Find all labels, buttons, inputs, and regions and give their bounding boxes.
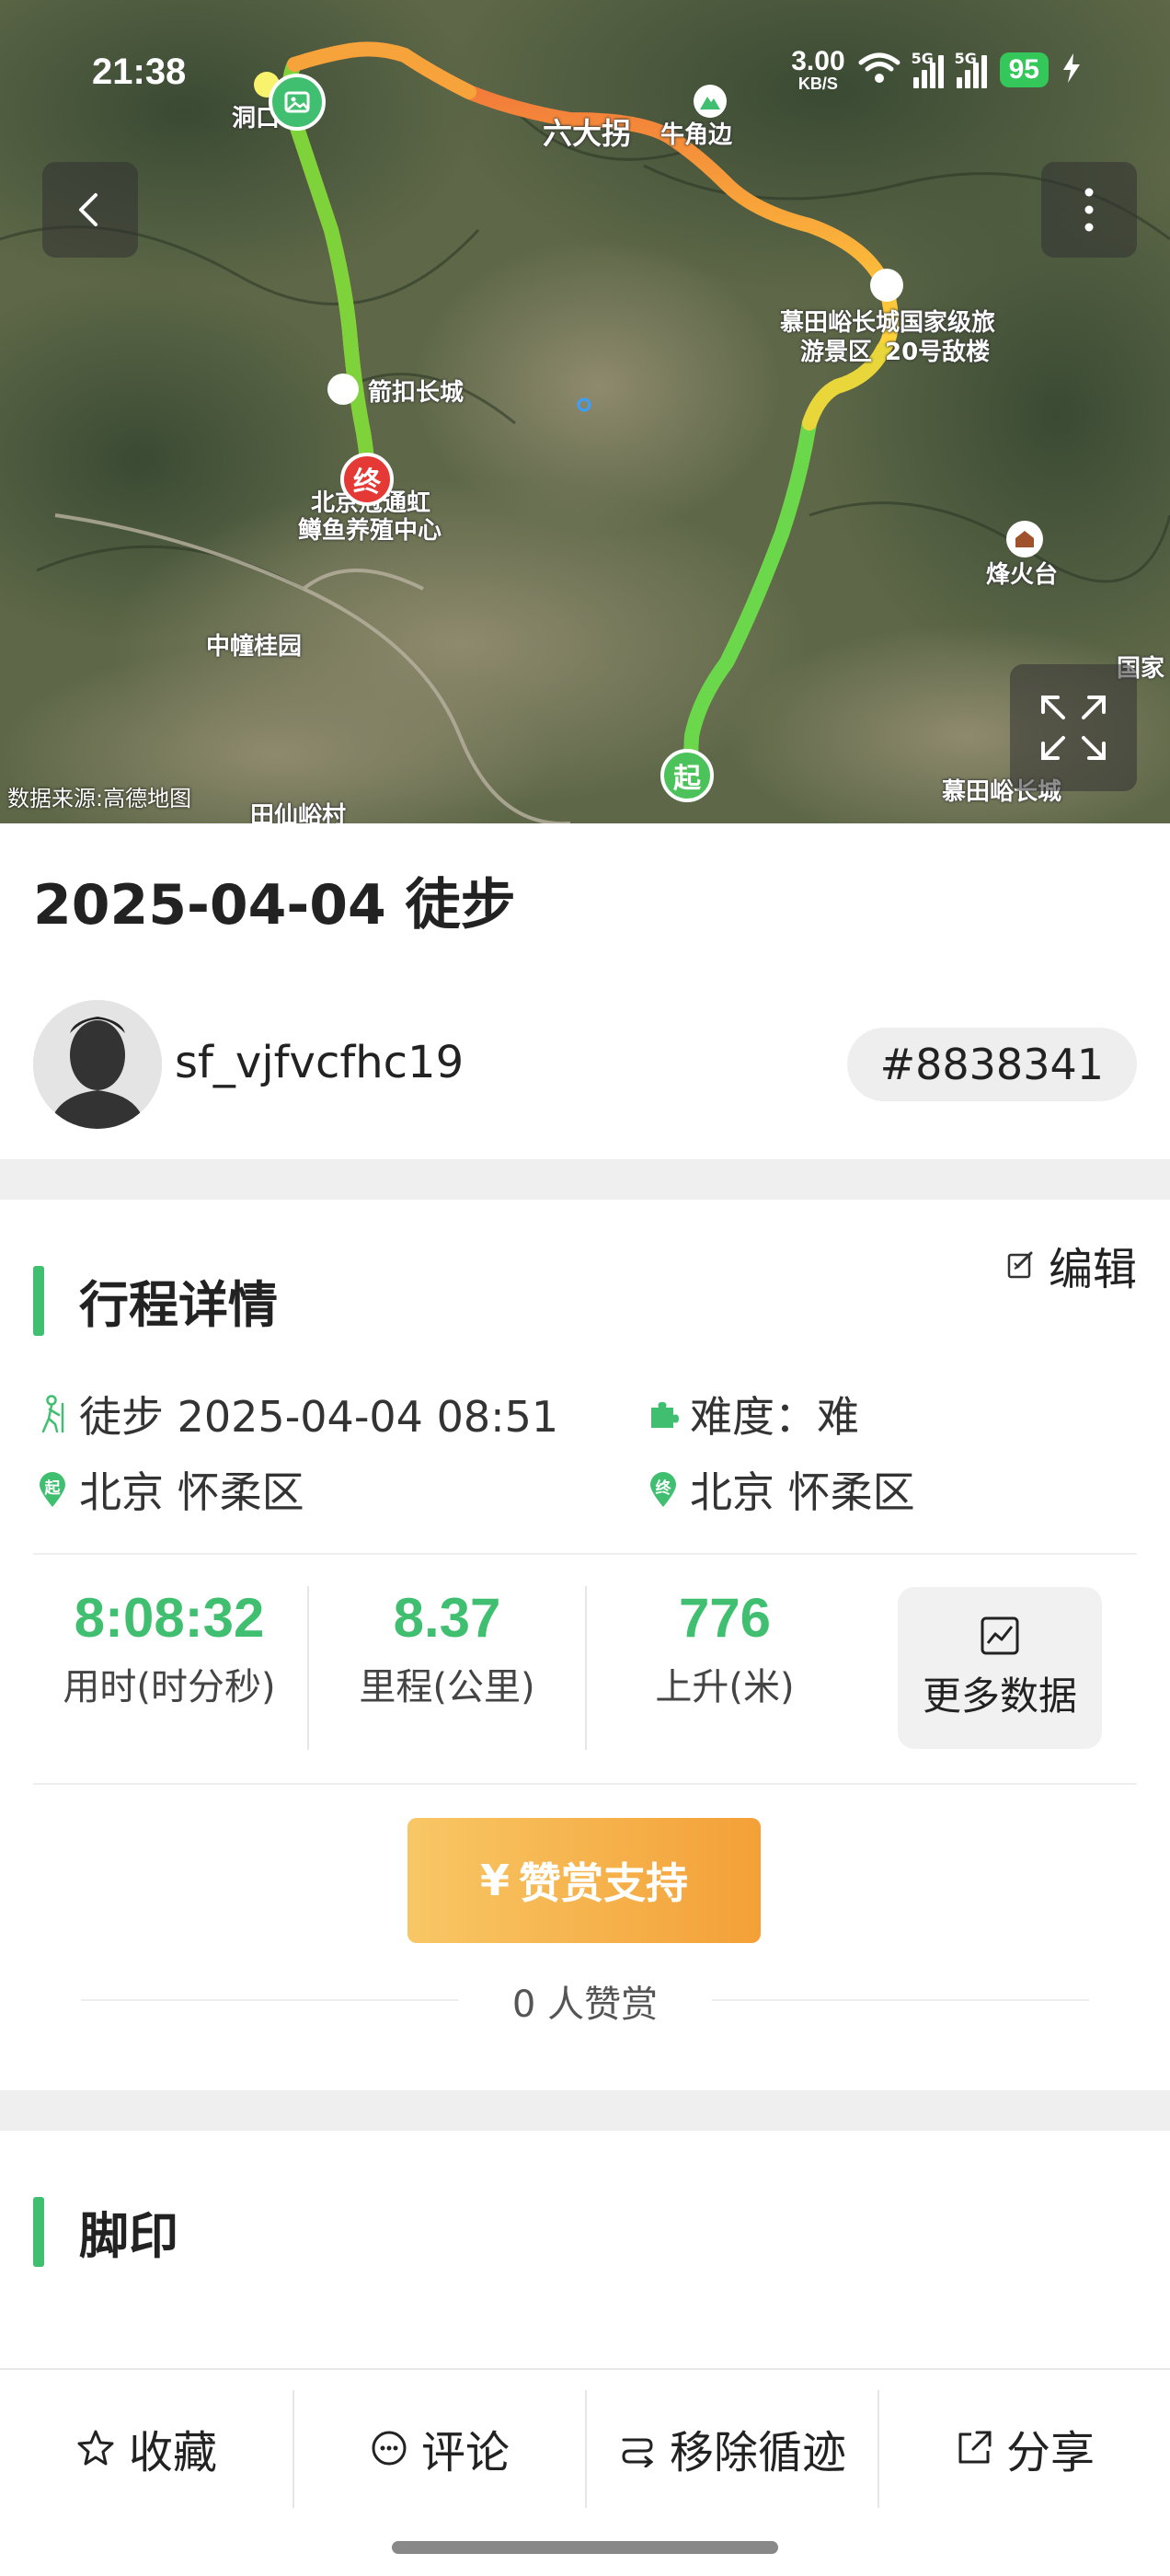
end-location-info: 终 北京 怀柔区 <box>648 1459 915 1520</box>
start-location-info: 起 北京 怀柔区 <box>37 1459 304 1520</box>
tower-poi-icon <box>870 269 903 302</box>
chevron-left-icon <box>79 193 98 226</box>
map-label-mutianyu-2: 游景区 <box>800 339 873 366</box>
signal-2-tag: 5G <box>954 50 977 67</box>
map-label-tower: 20号敌楼 <box>885 339 991 366</box>
trip-id-badge: #8838341 <box>846 1028 1137 1101</box>
network-speed-unit: KB/S <box>797 75 838 93</box>
yuan-icon: ¥ <box>479 1856 510 1905</box>
jiankou-poi-icon <box>327 374 359 405</box>
username[interactable]: sf_vjfvcfhc19 <box>175 1037 464 1088</box>
divider <box>33 1783 1137 1785</box>
bottom-action-bar: 收藏 评论 移除循迹 分享 <box>0 2368 1170 2576</box>
stat-ascent-label: 上升(米) <box>655 1666 795 1708</box>
stat-duration-label: 用时(时分秒) <box>63 1666 276 1708</box>
map-label-niujiao: 牛角边 <box>660 121 733 149</box>
edit-icon <box>1007 1251 1033 1279</box>
stat-ascent-value: 776 <box>678 1587 772 1649</box>
edit-label: 编辑 <box>1048 1244 1137 1295</box>
route-icon <box>622 2438 654 2467</box>
footprint-card: 脚印 <box>0 2131 1170 2368</box>
reward-button-label: 赞赏支持 <box>519 1858 688 1908</box>
charging-icon <box>1061 52 1082 87</box>
route-map[interactable]: 洞口 六大拐 牛角边 慕田峪长城国家级旅 游景区 20号敌楼 箭扣长城 北京冠通… <box>0 0 1170 823</box>
divider <box>33 1553 1137 1555</box>
end-location-pin-icon: 终 <box>648 1471 679 1508</box>
status-icons: 3.00 KB/S 5G 5G 95 <box>791 48 1082 92</box>
cell-signal-1-icon: 5G <box>911 50 944 88</box>
hiking-icon <box>41 1395 64 1433</box>
stat-distance-value: 8.37 <box>393 1587 501 1649</box>
fullscreen-button[interactable] <box>1010 664 1137 791</box>
status-bar: 21:38 3.00 KB/S 5G 5G 95 <box>0 37 1170 110</box>
home-indicator[interactable] <box>392 2541 778 2554</box>
trip-section-header: 行程详情 <box>33 1264 278 1337</box>
share-button[interactable]: 分享 <box>879 2388 1170 2508</box>
reward-count: 0 人赞赏 <box>511 1984 659 2026</box>
wifi-icon <box>858 52 900 88</box>
activity-type-date: 徒步 2025-04-04 08:51 <box>79 1392 559 1442</box>
fenghuo-poi-icon <box>1006 521 1043 558</box>
trip-section-title: 行程详情 <box>79 1276 278 1334</box>
signal-1-tag: 5G <box>911 50 934 67</box>
battery-level: 95 <box>999 52 1049 87</box>
remove-track-label: 移除循迹 <box>669 2427 846 2478</box>
more-options-button[interactable] <box>1041 162 1137 258</box>
stat-ascent: 776 上升(米) <box>587 1586 863 1710</box>
share-label: 分享 <box>1005 2427 1095 2478</box>
edit-button[interactable]: 编辑 <box>1006 1233 1137 1297</box>
cell-signal-2-icon: 5G <box>954 50 987 88</box>
stat-distance-label: 里程(公里) <box>359 1666 535 1708</box>
section-accent-bar <box>33 2196 44 2267</box>
end-marker[interactable]: 终 <box>340 453 394 506</box>
trip-details-card: 编辑 行程详情 徒步 2025-04-04 08:51 难度：难 起 北京 怀柔… <box>0 1200 1170 2090</box>
comment-icon <box>372 2431 407 2466</box>
comment-button[interactable]: 评论 <box>294 2388 585 2508</box>
user-avatar[interactable] <box>33 1000 162 1129</box>
map-label-endpoint-2: 鳟鱼养殖中心 <box>298 517 442 545</box>
footprint-section-header: 脚印 <box>33 2195 178 2268</box>
difficulty-text: 难度：难 <box>690 1392 859 1442</box>
share-icon <box>958 2431 992 2464</box>
map-label-liuguai: 六大拐 <box>543 116 632 151</box>
start-marker[interactable]: 起 <box>660 749 714 802</box>
star-icon <box>77 2430 114 2466</box>
more-vertical-icon <box>1084 188 1094 232</box>
activity-info: 徒步 2025-04-04 08:51 <box>37 1384 558 1444</box>
stat-duration-value: 8:08:32 <box>74 1587 265 1649</box>
start-location-pin-icon: 起 <box>37 1471 68 1508</box>
section-accent-bar <box>33 1265 44 1336</box>
status-time: 21:38 <box>92 52 187 92</box>
stat-duration: 8:08:32 用时(时分秒) <box>31 1586 307 1710</box>
expand-icon <box>1041 696 1106 760</box>
back-button[interactable] <box>42 162 138 258</box>
reward-button[interactable]: ¥ 赞赏支持 <box>407 1818 761 1943</box>
network-speed-value: 3.00 <box>791 46 845 76</box>
remove-track-button[interactable]: 移除循迹 <box>587 2388 878 2508</box>
network-speed: 3.00 KB/S <box>791 46 845 93</box>
favorite-label: 收藏 <box>128 2427 217 2478</box>
more-data-button[interactable]: 更多数据 <box>898 1587 1102 1749</box>
more-data-label: 更多数据 <box>922 1673 1077 1719</box>
map-label-tianxian: 田仙峪村 <box>250 802 347 823</box>
favorite-button[interactable]: 收藏 <box>0 2388 292 2508</box>
map-label-fenghuo: 烽火台 <box>986 561 1059 589</box>
chart-icon <box>981 1616 1019 1654</box>
activity-title: 2025-04-04 徒步 <box>33 873 516 937</box>
stat-distance: 8.37 里程(公里) <box>309 1586 585 1710</box>
map-label-jiankou: 箭扣长城 <box>368 379 465 407</box>
map-label-zhongzhen: 中幢桂园 <box>206 633 303 661</box>
end-pin-label: 终 <box>655 1479 671 1498</box>
footprint-section-title: 脚印 <box>79 2207 178 2265</box>
start-pin-label: 起 <box>44 1479 61 1498</box>
end-location: 北京 怀柔区 <box>690 1467 915 1517</box>
difficulty-info: 难度：难 <box>648 1384 859 1444</box>
map-source-credit: 数据来源:高德地图 <box>7 786 192 811</box>
comment-label: 评论 <box>420 2427 510 2478</box>
start-location: 北京 怀柔区 <box>79 1467 304 1517</box>
puzzle-icon <box>651 1402 679 1428</box>
activity-header-card: 2025-04-04 徒步 sf_vjfvcfhc19 #8838341 <box>0 823 1170 1159</box>
